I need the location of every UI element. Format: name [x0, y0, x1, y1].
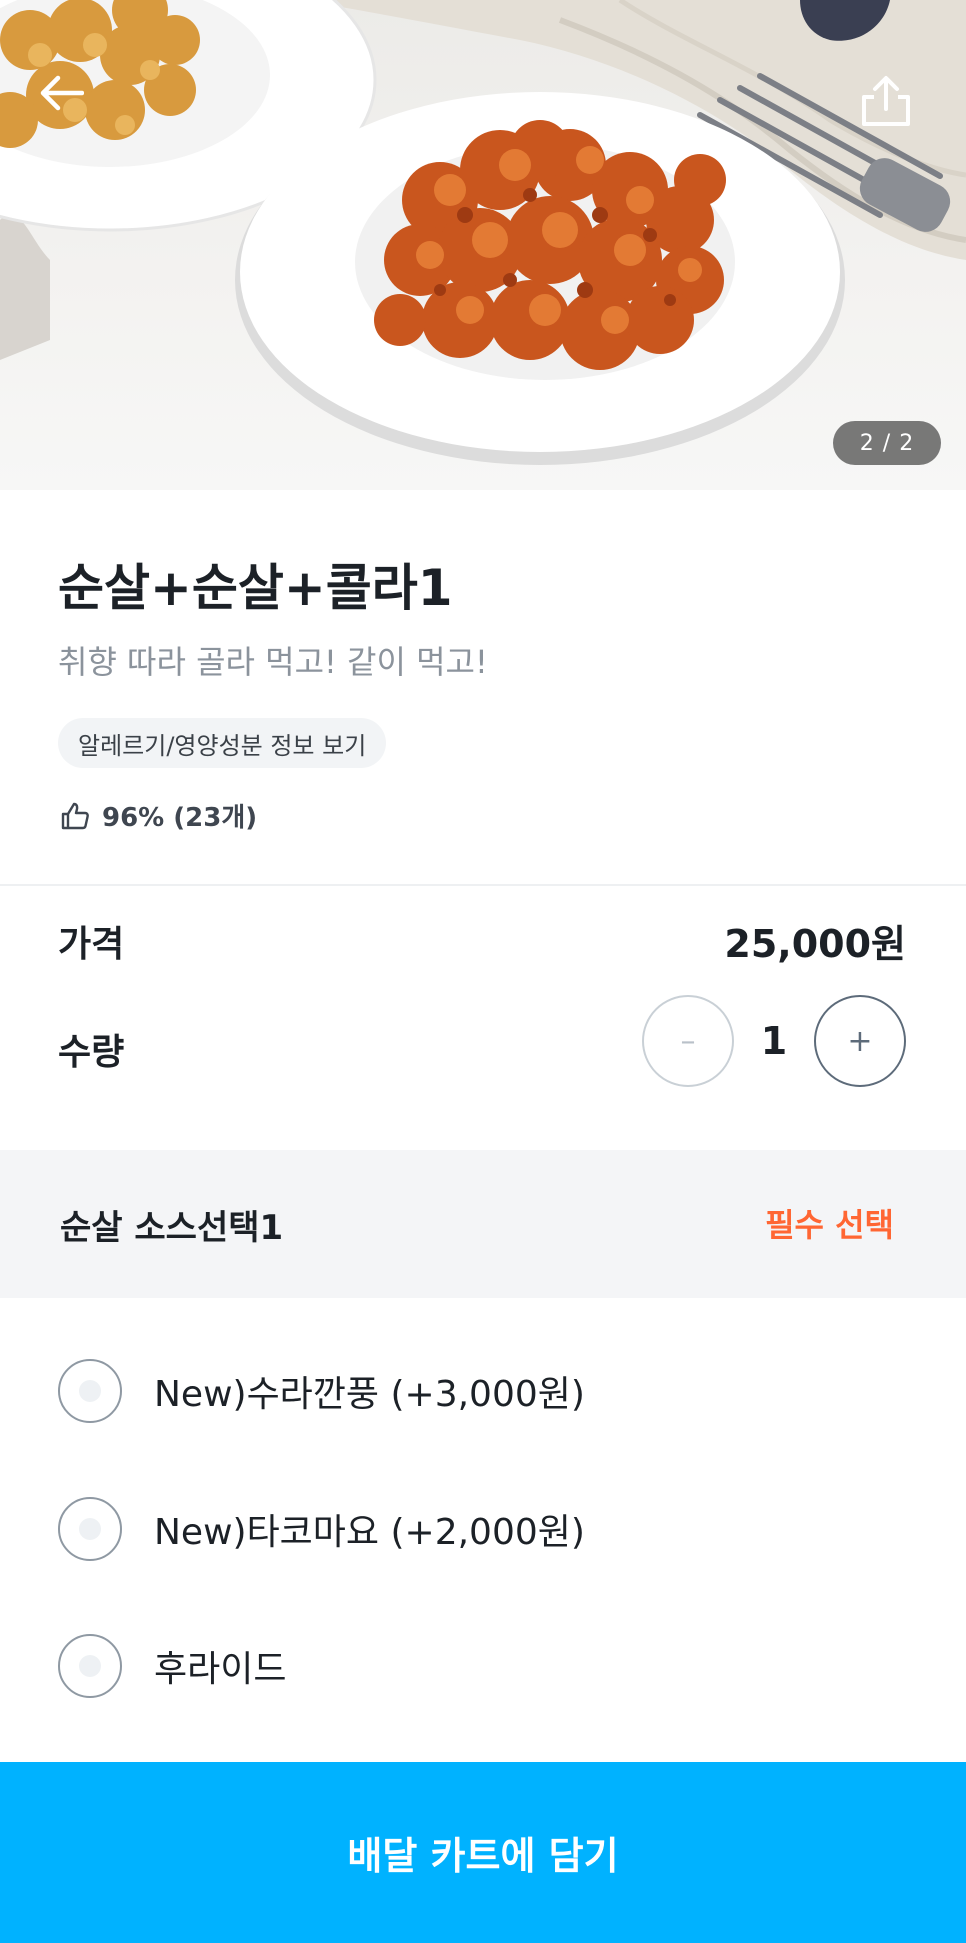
- radio-button[interactable]: [58, 1359, 122, 1423]
- option-label: 후라이드: [154, 1649, 287, 1690]
- quantity-decrease-button[interactable]: –: [642, 995, 734, 1087]
- required-badge: 필수 선택: [765, 1206, 894, 1244]
- option-item-taco-mayo[interactable]: New)타코마요 (+2,000원): [58, 1496, 585, 1562]
- add-to-cart-button[interactable]: 배달 카트에 담기: [0, 1762, 966, 1943]
- allergy-info-label: 알레르기/영양성분 정보 보기: [78, 731, 367, 760]
- quantity-label: 수량: [58, 1032, 125, 1073]
- arrow-left-icon: [40, 75, 84, 111]
- thumbs-up-icon: [61, 802, 89, 829]
- product-description: 취향 따라 골라 먹고! 같이 먹고!: [58, 643, 488, 681]
- quantity-value: 1: [760, 1019, 788, 1063]
- add-to-cart-label: 배달 카트에 담기: [347, 1834, 619, 1878]
- minus-icon: –: [680, 1023, 696, 1059]
- share-icon: [862, 76, 910, 126]
- radio-dot: [79, 1655, 101, 1677]
- option-group-header: 순살 소스선택1 필수 선택: [0, 1150, 966, 1298]
- radio-dot: [79, 1380, 101, 1402]
- radio-dot: [79, 1518, 101, 1540]
- product-title: 순살+순살+콜라1: [58, 559, 453, 617]
- chicken-photo: [0, 0, 966, 465]
- rating-text: 96% (23개): [102, 803, 258, 833]
- radio-button[interactable]: [58, 1497, 122, 1561]
- option-label: New)타코마요 (+2,000원): [154, 1512, 585, 1553]
- image-page-indicator: 2 / 2: [833, 421, 941, 465]
- price-value: 25,000원: [724, 922, 906, 966]
- option-item-sura-kkanpung[interactable]: New)수라깐풍 (+3,000원): [58, 1358, 585, 1424]
- allergy-info-button[interactable]: 알레르기/영양성분 정보 보기: [58, 718, 387, 768]
- section-divider: [0, 884, 966, 886]
- option-group-title: 순살 소스선택1: [60, 1208, 284, 1248]
- share-button[interactable]: [860, 75, 936, 151]
- product-image-carousel[interactable]: 2 / 2: [0, 0, 966, 490]
- price-label: 가격: [58, 924, 125, 965]
- rating: 96% (23개): [60, 797, 257, 834]
- plus-icon: +: [847, 1023, 873, 1059]
- quantity-increase-button[interactable]: +: [814, 995, 906, 1087]
- option-label: New)수라깐풍 (+3,000원): [154, 1374, 585, 1415]
- option-item-fried[interactable]: 후라이드: [58, 1633, 286, 1699]
- radio-button[interactable]: [58, 1634, 122, 1698]
- back-button[interactable]: [40, 75, 116, 151]
